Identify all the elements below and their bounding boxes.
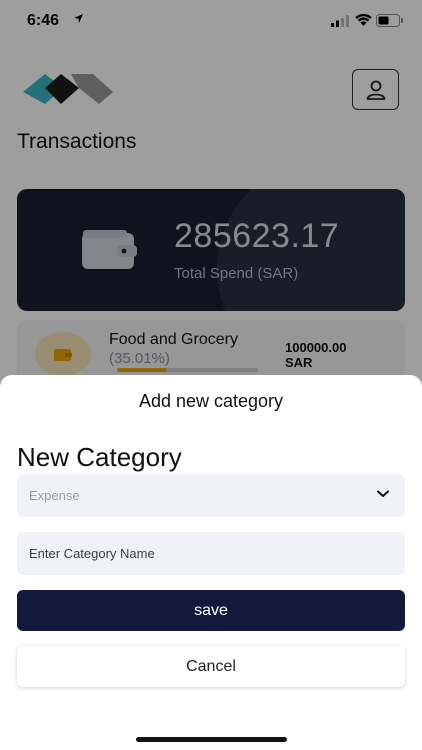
category-type-value: Expense	[29, 488, 80, 503]
sheet-title: Add new category	[138, 391, 284, 411]
cancel-button[interactable]: Cancel	[17, 646, 405, 687]
home-indicator	[136, 737, 287, 742]
new-category-heading: New Category	[17, 442, 182, 472]
chevron-down-icon	[377, 490, 389, 497]
category-name-input[interactable]	[17, 532, 405, 575]
save-button[interactable]: save	[17, 590, 405, 631]
add-category-sheet: Add new category New Category Expense sa…	[0, 375, 422, 750]
category-type-select[interactable]: Expense	[17, 474, 405, 517]
